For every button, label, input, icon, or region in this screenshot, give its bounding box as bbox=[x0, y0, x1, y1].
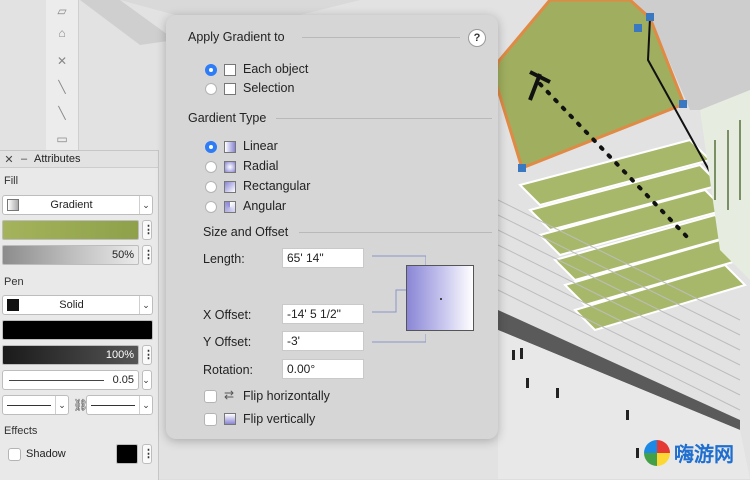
attributes-titlebar: ✕ – Attributes bbox=[0, 151, 158, 168]
linear-radio[interactable] bbox=[205, 141, 217, 153]
divider bbox=[299, 232, 492, 233]
rotation-input[interactable] bbox=[282, 359, 364, 379]
angular-label: Angular bbox=[243, 199, 287, 213]
chevron-down-icon: ⌄ bbox=[139, 296, 152, 314]
radial-gradient-icon bbox=[224, 161, 236, 173]
flip-vertical-label: Flip vertically bbox=[243, 412, 316, 426]
shadow-label: Shadow bbox=[26, 448, 66, 460]
pen-section-label: Pen bbox=[4, 276, 24, 288]
watermark-text: 嗨游网 bbox=[674, 442, 734, 466]
flip-horizontal-checkbox[interactable] bbox=[204, 390, 217, 403]
size-offset-header: Size and Offset bbox=[203, 225, 289, 239]
tool-palette: ▱ ⌂ ✕ ╲ ╲ ▭ bbox=[46, 0, 79, 150]
gradient-type-header: Gardient Type bbox=[188, 111, 267, 125]
fill-opacity-value: 50% bbox=[111, 249, 134, 261]
rectangle-tool-icon[interactable]: ▭ bbox=[54, 132, 70, 146]
chevron-down-icon: ⌄ bbox=[55, 396, 68, 414]
pen-opacity-value: 100% bbox=[105, 349, 134, 361]
watermark-logo bbox=[644, 440, 670, 466]
chevron-down-icon: ⌄ bbox=[139, 196, 152, 214]
tool-icon[interactable]: ▱ bbox=[54, 4, 70, 18]
opacity-more-icon[interactable]: ⋮ bbox=[142, 245, 154, 265]
delete-tool-icon[interactable]: ✕ bbox=[54, 54, 70, 68]
selection-radio[interactable] bbox=[205, 83, 217, 95]
each-object-label: Each object bbox=[243, 62, 309, 76]
line-start-dropdown[interactable]: ⌄ bbox=[2, 395, 69, 415]
line-weight-dropdown[interactable]: ⌄ bbox=[142, 370, 152, 390]
fill-type-dropdown[interactable]: Gradient ⌄ bbox=[2, 195, 153, 215]
gradient-preview[interactable] bbox=[406, 265, 474, 331]
help-button[interactable]: ? bbox=[468, 29, 486, 47]
pen-opacity-slider[interactable]: 100% bbox=[2, 345, 139, 365]
flip-vertical-icon bbox=[224, 413, 236, 425]
flip-vertical-checkbox[interactable] bbox=[204, 413, 217, 426]
chevron-down-icon: ⌄ bbox=[142, 374, 150, 385]
palette-title: Attributes bbox=[34, 153, 81, 165]
fill-opacity-slider[interactable]: 50% bbox=[2, 245, 139, 265]
rectangular-gradient-icon bbox=[224, 181, 236, 193]
shadow-more-icon[interactable]: ⋮ bbox=[142, 444, 154, 464]
linear-label: Linear bbox=[243, 139, 278, 153]
line-preview bbox=[9, 380, 104, 381]
pen-type-dropdown[interactable]: Solid ⌄ bbox=[2, 295, 153, 315]
x-offset-label: X Offset: bbox=[203, 308, 252, 322]
chevron-down-icon: ⌄ bbox=[139, 396, 152, 414]
angular-radio[interactable] bbox=[205, 201, 217, 213]
flip-horizontal-icon: ⇄ bbox=[224, 388, 235, 402]
shadow-checkbox[interactable] bbox=[8, 448, 21, 461]
line-tool-icon[interactable]: ╲ bbox=[54, 106, 70, 120]
y-offset-input[interactable] bbox=[282, 331, 364, 351]
close-icon[interactable]: ✕ bbox=[3, 153, 15, 166]
rotation-label: Rotation: bbox=[203, 363, 254, 377]
selection-icon bbox=[224, 83, 236, 95]
rectangular-label: Rectangular bbox=[243, 179, 311, 193]
pen-color-swatch[interactable] bbox=[2, 320, 153, 340]
tool-icon[interactable]: ⌂ bbox=[54, 26, 70, 40]
gradient-center-marker bbox=[440, 298, 442, 300]
shadow-color-swatch[interactable] bbox=[116, 444, 138, 464]
line-weight-value: 0.05 bbox=[112, 374, 134, 386]
radial-label: Radial bbox=[243, 159, 279, 173]
angular-gradient-icon bbox=[224, 201, 236, 213]
apply-gradient-header: Apply Gradient to bbox=[188, 30, 285, 44]
line-weight-field[interactable]: 0.05 bbox=[2, 370, 139, 390]
minimize-icon[interactable]: – bbox=[18, 153, 30, 165]
line-end-dropdown[interactable]: ⌄ bbox=[86, 395, 153, 415]
rectangular-radio[interactable] bbox=[205, 181, 217, 193]
divider bbox=[276, 118, 492, 119]
x-offset-input[interactable] bbox=[282, 304, 364, 324]
fill-type-value: Gradient bbox=[50, 199, 93, 211]
attributes-palette: ✕ – Attributes Fill Gradient ⌄ ⋮ 50% ⋮ P… bbox=[0, 150, 159, 480]
pen-type-value: Solid bbox=[59, 299, 84, 311]
radial-radio[interactable] bbox=[205, 161, 217, 173]
selection-label: Selection bbox=[243, 81, 295, 95]
length-label: Length: bbox=[203, 252, 245, 266]
gradient-dialog: Apply Gradient to ? Each object Selectio… bbox=[166, 15, 498, 439]
fill-more-icon[interactable]: ⋮ bbox=[142, 220, 154, 240]
divider bbox=[302, 37, 460, 38]
line-tool-icon[interactable]: ╲ bbox=[54, 80, 70, 94]
pen-opacity-more-icon[interactable]: ⋮ bbox=[142, 345, 154, 365]
each-object-icon bbox=[224, 64, 236, 76]
effects-section-label: Effects bbox=[4, 425, 38, 437]
linear-gradient-icon bbox=[224, 141, 236, 153]
each-object-radio[interactable] bbox=[205, 64, 217, 76]
line-start-preview bbox=[7, 405, 51, 406]
fill-section-label: Fill bbox=[4, 175, 19, 187]
length-input[interactable] bbox=[282, 248, 364, 268]
fill-gradient-swatch[interactable] bbox=[2, 220, 139, 240]
y-offset-label: Y Offset: bbox=[203, 335, 252, 349]
flip-horizontal-label: Flip horizontally bbox=[243, 389, 330, 403]
line-end-preview bbox=[91, 405, 135, 406]
